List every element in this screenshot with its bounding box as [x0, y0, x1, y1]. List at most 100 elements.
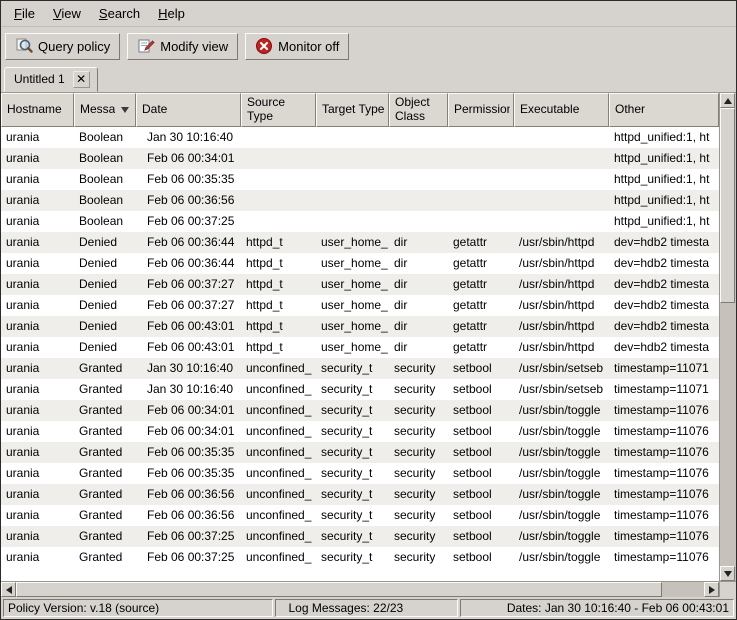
table-cell: setbool — [448, 379, 514, 400]
table-body: uraniaBooleanJan 30 10:16:40httpd_unifie… — [1, 127, 719, 581]
table-cell: security_t — [316, 442, 389, 463]
table-cell: dev=hdb2 timesta — [609, 232, 719, 253]
table-row[interactable]: uraniaGrantedFeb 06 00:36:56unconfined_s… — [1, 505, 719, 526]
table-cell: Feb 06 00:35:35 — [136, 463, 241, 484]
table-cell: Feb 06 00:37:27 — [136, 274, 241, 295]
table-row[interactable]: uraniaBooleanFeb 06 00:36:56httpd_unifie… — [1, 190, 719, 211]
table-cell: security_t — [316, 379, 389, 400]
modify-view-icon — [137, 37, 155, 55]
table-cell: /usr/sbin/httpd — [514, 253, 609, 274]
table-cell: Granted — [74, 547, 136, 568]
table-cell: Jan 30 10:16:40 — [136, 127, 241, 148]
table-row[interactable]: uraniaGrantedJan 30 10:16:40unconfined_s… — [1, 379, 719, 400]
table-row[interactable]: uraniaBooleanFeb 06 00:35:35httpd_unifie… — [1, 169, 719, 190]
table-row[interactable]: uraniaGrantedFeb 06 00:37:25unconfined_s… — [1, 526, 719, 547]
column-header-label: Object Class — [395, 96, 444, 124]
column-header-source-type[interactable]: Source Type — [241, 93, 316, 127]
table-row[interactable]: uraniaDeniedFeb 06 00:37:27httpd_tuser_h… — [1, 274, 719, 295]
table-cell: httpd_t — [241, 232, 316, 253]
scroll-up-button[interactable] — [720, 93, 735, 108]
table-row[interactable]: uraniaDeniedFeb 06 00:36:44httpd_tuser_h… — [1, 253, 719, 274]
table-cell: /usr/sbin/httpd — [514, 295, 609, 316]
table-cell: urania — [1, 295, 74, 316]
table-cell: setbool — [448, 526, 514, 547]
table-cell: urania — [1, 316, 74, 337]
table-cell: urania — [1, 442, 74, 463]
horizontal-scroll-thumb[interactable] — [16, 582, 662, 597]
table-cell: Feb 06 00:36:56 — [136, 505, 241, 526]
table-cell: unconfined_ — [241, 526, 316, 547]
table-row[interactable]: uraniaBooleanJan 30 10:16:40httpd_unifie… — [1, 127, 719, 148]
table-cell: Feb 06 00:36:44 — [136, 232, 241, 253]
table-row[interactable]: uraniaGrantedFeb 06 00:34:01unconfined_s… — [1, 400, 719, 421]
column-header-target-type[interactable]: Target Type — [316, 93, 389, 127]
table-cell: dev=hdb2 timesta — [609, 337, 719, 358]
column-header-messa[interactable]: Messa — [74, 93, 136, 127]
table-row[interactable]: uraniaGrantedFeb 06 00:35:35unconfined_s… — [1, 463, 719, 484]
modify-view-button[interactable]: Modify view — [127, 33, 238, 60]
table-row[interactable]: uraniaGrantedFeb 06 00:37:25unconfined_s… — [1, 547, 719, 568]
menu-item-search[interactable]: Search — [90, 3, 149, 24]
table-cell: timestamp=11071 — [609, 379, 719, 400]
table-cell: setbool — [448, 442, 514, 463]
menu-item-file[interactable]: File — [5, 3, 44, 24]
table-row[interactable]: uraniaGrantedFeb 06 00:35:35unconfined_s… — [1, 442, 719, 463]
table-cell: getattr — [448, 337, 514, 358]
table-cell: Denied — [74, 337, 136, 358]
table-row[interactable]: uraniaBooleanFeb 06 00:37:25httpd_unifie… — [1, 211, 719, 232]
table-row[interactable]: uraniaDeniedFeb 06 00:36:44httpd_tuser_h… — [1, 232, 719, 253]
scroll-left-button[interactable] — [1, 582, 16, 597]
column-header-other[interactable]: Other — [609, 93, 719, 127]
column-header-hostname[interactable]: Hostname — [1, 93, 74, 127]
table-cell: httpd_unified:1, ht — [609, 190, 719, 211]
column-header-label: Date — [142, 103, 167, 117]
column-header-object-class[interactable]: Object Class — [389, 93, 448, 127]
close-icon[interactable]: ✕ — [73, 71, 90, 88]
table-cell: urania — [1, 358, 74, 379]
scroll-right-button[interactable] — [704, 582, 719, 597]
table-cell: Feb 06 00:36:56 — [136, 190, 241, 211]
tab-label: Untitled 1 — [14, 72, 65, 86]
table-cell — [448, 148, 514, 169]
table-row[interactable]: uraniaGrantedFeb 06 00:36:56unconfined_s… — [1, 484, 719, 505]
table-cell: Granted — [74, 400, 136, 421]
table-cell — [316, 127, 389, 148]
table-cell — [514, 148, 609, 169]
table-cell: security_t — [316, 463, 389, 484]
table-cell: httpd_unified:1, ht — [609, 169, 719, 190]
table-cell — [316, 190, 389, 211]
vertical-scrollbar[interactable] — [719, 93, 736, 597]
menu-item-help[interactable]: Help — [149, 3, 194, 24]
vertical-scroll-track[interactable] — [720, 108, 735, 566]
table-cell: /usr/sbin/httpd — [514, 337, 609, 358]
table-cell: unconfined_ — [241, 421, 316, 442]
tab-untitled-1[interactable]: Untitled 1 ✕ — [4, 67, 98, 92]
table-cell — [448, 169, 514, 190]
horizontal-scroll-track[interactable] — [16, 582, 704, 597]
table-cell: Feb 06 00:35:35 — [136, 169, 241, 190]
monitor-off-button[interactable]: Monitor off — [245, 33, 349, 60]
table-row[interactable]: uraniaGrantedJan 30 10:16:40unconfined_s… — [1, 358, 719, 379]
table-row[interactable]: uraniaGrantedFeb 06 00:34:01unconfined_s… — [1, 421, 719, 442]
vertical-scroll-thumb[interactable] — [720, 108, 735, 303]
table-cell: /usr/sbin/setseb — [514, 379, 609, 400]
table-cell: /usr/sbin/toggle — [514, 400, 609, 421]
table-cell: unconfined_ — [241, 442, 316, 463]
table-row[interactable]: uraniaBooleanFeb 06 00:34:01httpd_unifie… — [1, 148, 719, 169]
toolbar: Query policy Modify view Monitor off — [1, 27, 736, 65]
table-row[interactable]: uraniaDeniedFeb 06 00:43:01httpd_tuser_h… — [1, 316, 719, 337]
scroll-down-button[interactable] — [720, 566, 735, 581]
horizontal-scrollbar[interactable] — [1, 581, 719, 597]
table-cell: urania — [1, 211, 74, 232]
column-header-permission[interactable]: Permission — [448, 93, 514, 127]
table-cell — [389, 169, 448, 190]
table-cell — [514, 211, 609, 232]
table-cell — [241, 127, 316, 148]
table-cell: urania — [1, 253, 74, 274]
menu-item-view[interactable]: View — [44, 3, 90, 24]
column-header-executable[interactable]: Executable — [514, 93, 609, 127]
query-policy-button[interactable]: Query policy — [5, 33, 120, 60]
table-row[interactable]: uraniaDeniedFeb 06 00:43:01httpd_tuser_h… — [1, 337, 719, 358]
table-row[interactable]: uraniaDeniedFeb 06 00:37:27httpd_tuser_h… — [1, 295, 719, 316]
column-header-date[interactable]: Date — [136, 93, 241, 127]
